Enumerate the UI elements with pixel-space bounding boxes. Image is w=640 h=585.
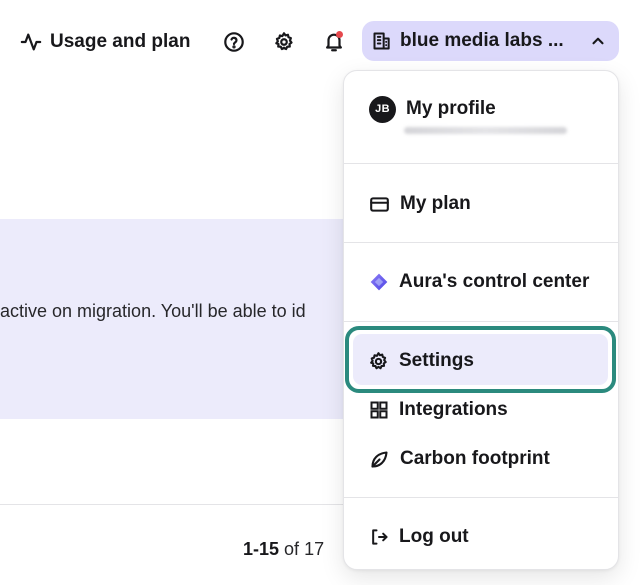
pagination-summary: 1-15 of 17	[243, 539, 324, 560]
banner-text: active on migration. You'll be able to i…	[0, 301, 306, 321]
menu-item-my-profile[interactable]: JB My profile	[344, 93, 618, 125]
redacted-email	[404, 127, 567, 134]
organization-switcher[interactable]: blue media labs ...	[362, 21, 619, 61]
aura-control-center-label: Aura's control center	[399, 271, 590, 292]
pagination-of-label: of	[284, 539, 300, 559]
account-dropdown-menu: JB My profile My plan Aura's control cen…	[343, 70, 619, 570]
leaf-icon	[369, 449, 390, 470]
notification-badge	[336, 31, 343, 38]
chevron-up-icon	[589, 32, 607, 50]
divider	[0, 504, 350, 505]
building-icon	[372, 31, 392, 51]
settings-button[interactable]	[268, 26, 300, 58]
usage-and-plan-link[interactable]: Usage and plan	[20, 26, 190, 58]
gear-icon	[368, 351, 389, 372]
integrations-label: Integrations	[399, 399, 508, 420]
menu-separator	[344, 321, 618, 322]
menu-separator	[344, 497, 618, 498]
activity-icon	[20, 31, 42, 53]
menu-item-integrations[interactable]: Integrations	[344, 394, 618, 426]
menu-item-my-plan[interactable]: My plan	[344, 188, 618, 220]
gear-icon	[273, 31, 295, 53]
pagination-total: 17	[304, 539, 325, 559]
help-circle-icon	[223, 31, 245, 53]
avatar: JB	[369, 95, 396, 123]
menu-item-carbon-footprint[interactable]: Carbon footprint	[344, 443, 618, 475]
menu-item-log-out[interactable]: Log out	[344, 521, 618, 553]
credit-card-icon	[369, 194, 390, 215]
menu-item-aura-control-center[interactable]: Aura's control center	[344, 266, 618, 298]
log-out-icon	[369, 527, 389, 547]
pagination-range: 1-15	[243, 539, 280, 559]
menu-separator	[344, 242, 618, 243]
my-profile-label: My profile	[406, 98, 496, 119]
organization-name: blue media labs ...	[400, 30, 564, 51]
carbon-footprint-label: Carbon footprint	[400, 448, 550, 469]
help-button[interactable]	[218, 26, 250, 58]
settings-label: Settings	[399, 350, 474, 371]
my-plan-label: My plan	[400, 193, 471, 214]
menu-item-settings[interactable]: Settings	[343, 345, 619, 377]
aura-diamond-icon	[369, 272, 389, 292]
grid-icon	[369, 400, 389, 420]
usage-and-plan-label: Usage and plan	[50, 31, 191, 52]
notifications-button[interactable]	[318, 26, 350, 58]
log-out-label: Log out	[399, 526, 469, 547]
menu-separator	[344, 163, 618, 164]
